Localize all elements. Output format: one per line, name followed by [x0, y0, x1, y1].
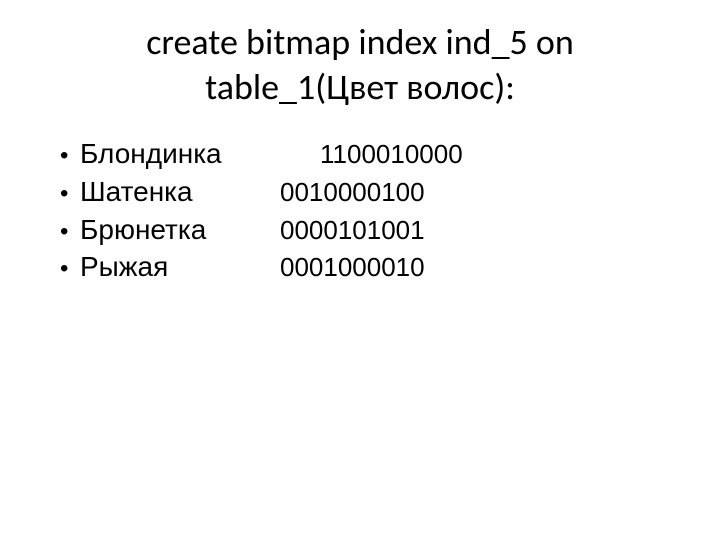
- item-label: Шатенка: [80, 173, 280, 211]
- slide-title: create bitmap index ind_5 on table_1(Цве…: [50, 20, 670, 110]
- list-item: • Шатенка 0010000100: [60, 173, 670, 211]
- list-item: • Рыжая 0001000010: [60, 248, 670, 286]
- list-item: • Брюнетка 0000101001: [60, 211, 670, 249]
- item-code: 0010000100: [280, 175, 425, 210]
- item-code: 1100010000: [320, 137, 463, 172]
- list-item: • Блондинка 1100010000: [60, 135, 670, 173]
- bullet-icon: •: [60, 216, 80, 248]
- item-code: 0000101001: [280, 213, 425, 248]
- item-code: 0001000010: [280, 250, 425, 285]
- bullet-icon: •: [60, 253, 80, 285]
- bullet-icon: •: [60, 178, 80, 210]
- item-label: Рыжая: [80, 248, 280, 286]
- item-label: Блондинка: [80, 135, 320, 173]
- item-label: Брюнетка: [80, 211, 280, 249]
- bitmap-list: • Блондинка 1100010000 • Шатенка 0010000…: [50, 135, 670, 286]
- bullet-icon: •: [60, 140, 80, 172]
